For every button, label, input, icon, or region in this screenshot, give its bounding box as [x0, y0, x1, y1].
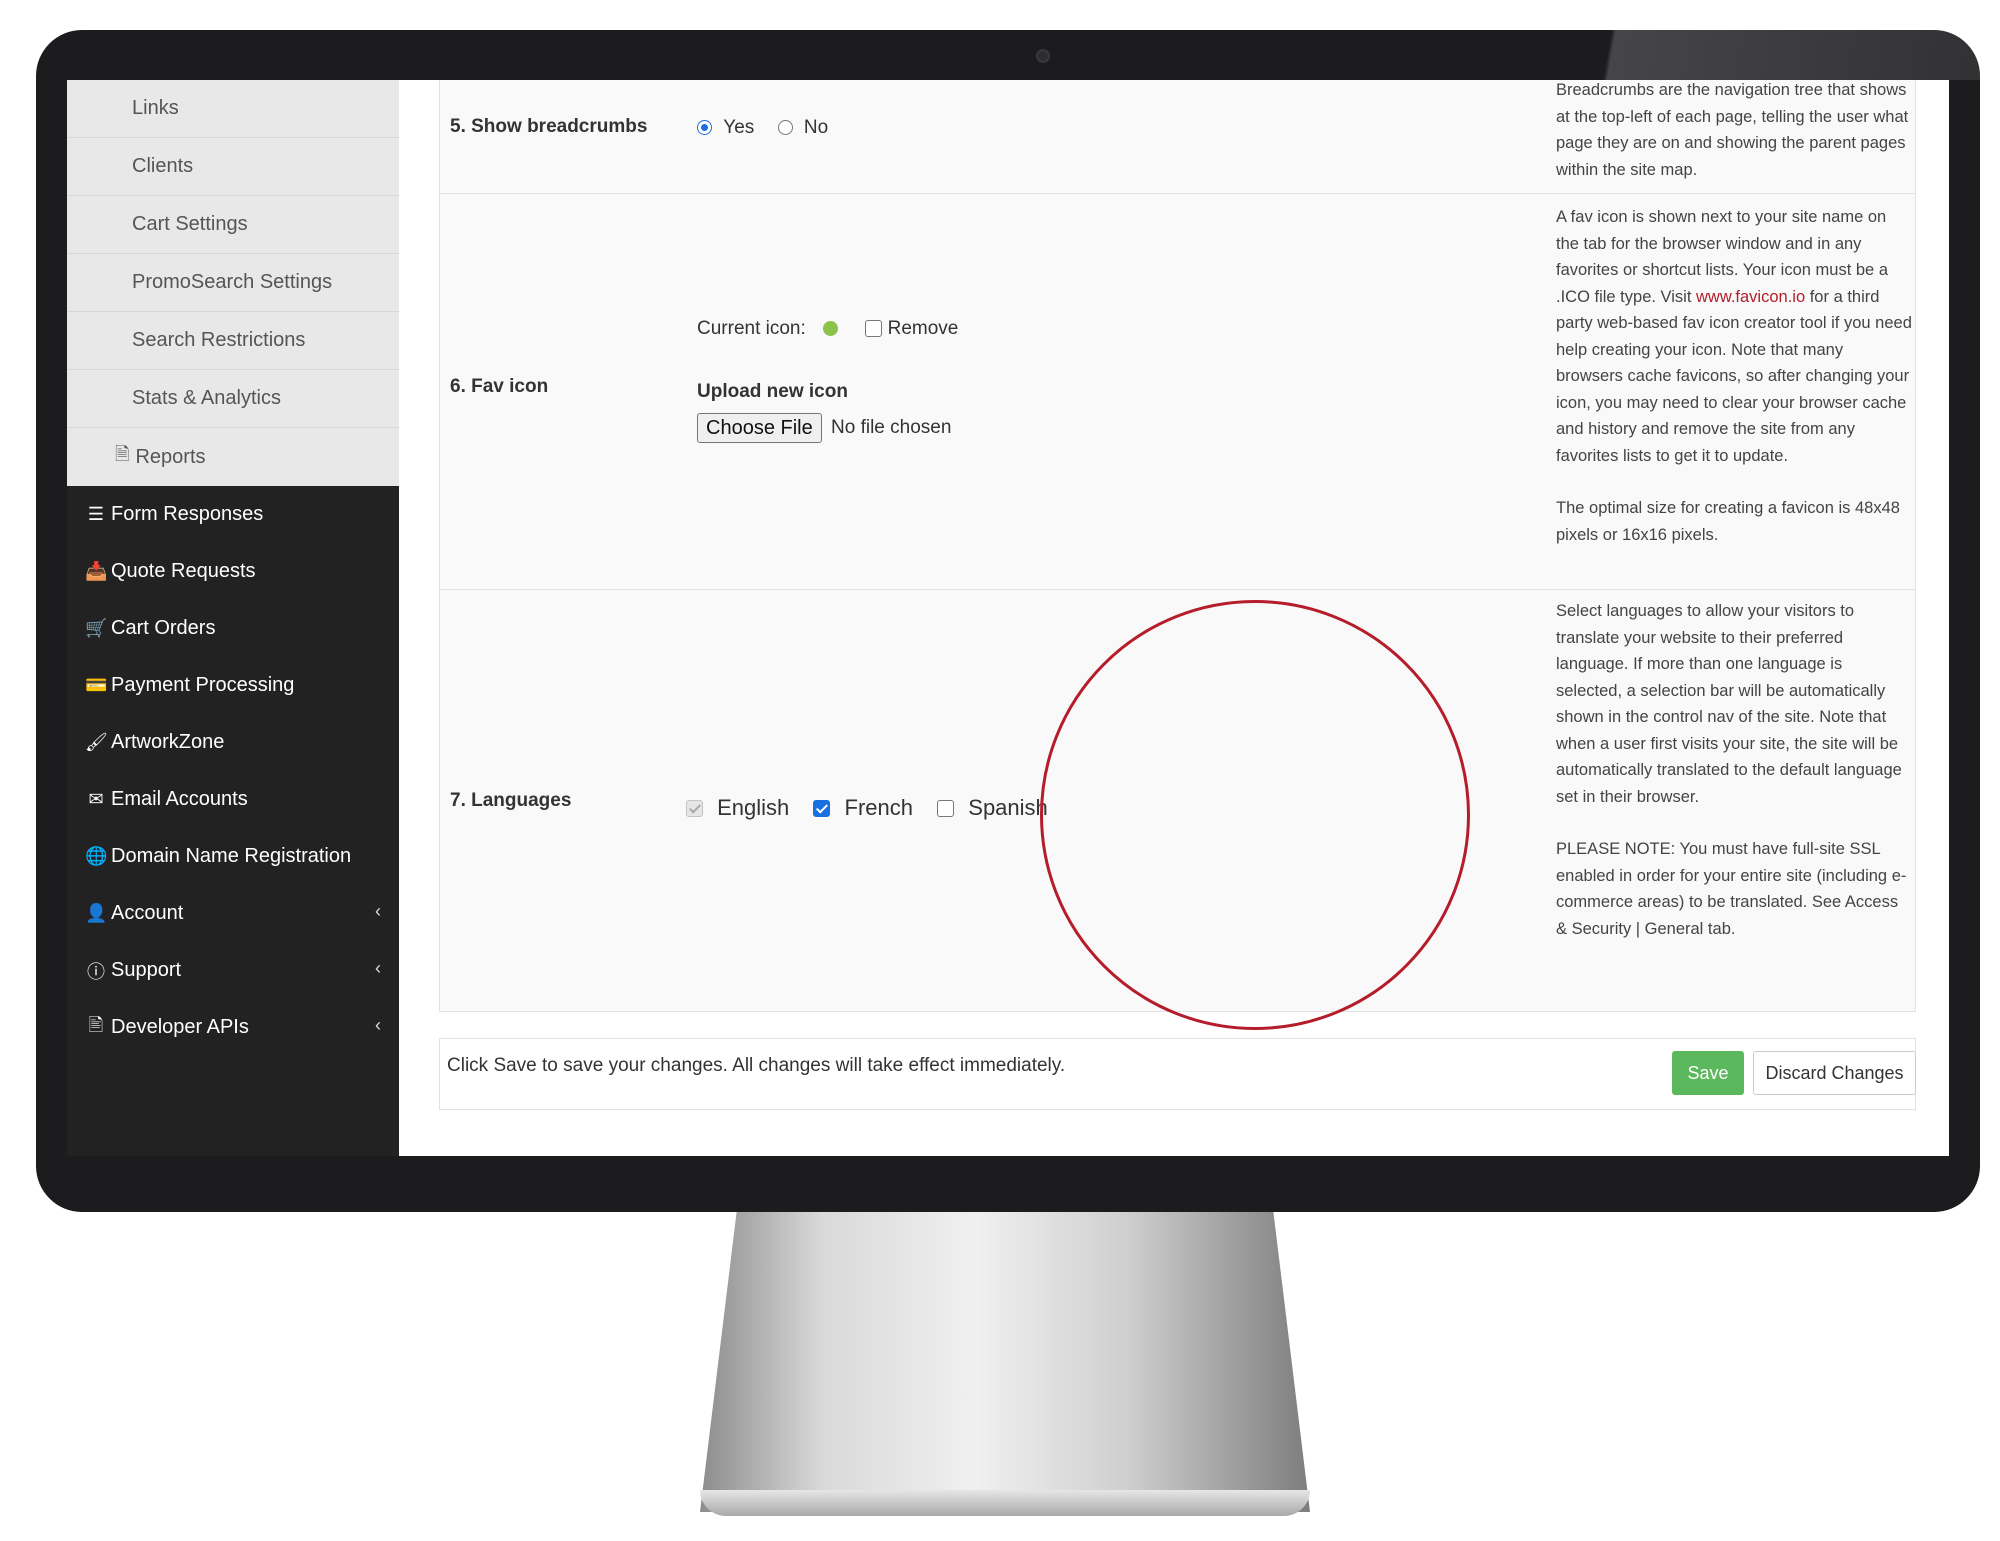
breadcrumbs-label: 5. Show breadcrumbs: [450, 116, 648, 137]
sidebar-item-promosearch-settings[interactable]: PromoSearch Settings: [67, 254, 399, 312]
sidebar-item-developer-apis[interactable]: 🖹 Developer APIs ‹: [67, 999, 399, 1056]
sidebar-item-payment-processing[interactable]: 💳 Payment Processing: [67, 657, 399, 714]
sidebar-item-label: Form Responses: [111, 503, 264, 525]
sidebar-item-label: Cart Orders: [111, 617, 216, 639]
sidebar-item-reports[interactable]: 🗎 Reports: [67, 428, 399, 486]
language-french-checkbox[interactable]: [813, 799, 831, 817]
globe-icon: 🌐: [85, 846, 108, 866]
no-file-chosen-text: No file chosen: [831, 417, 952, 438]
languages-description: Select languages to allow your visitors …: [1556, 598, 1912, 942]
monitor-bezel: Links Clients Cart Settings PromoSearch …: [36, 30, 1980, 1212]
favicon-setting-row: 6. Fav icon Current icon: Remove Upload …: [439, 193, 1916, 590]
highlight-circle: [1040, 600, 1470, 1030]
cart-icon: 🛒: [85, 618, 108, 638]
brush-icon: 🖌: [85, 732, 108, 752]
languages-label: 7. Languages: [450, 790, 572, 811]
inbox-icon: 📥: [85, 561, 108, 581]
sidebar-item-domain-name-registration[interactable]: 🌐 Domain Name Registration: [67, 828, 399, 885]
breadcrumbs-yes-radio[interactable]: [697, 120, 712, 136]
save-bar: Click Save to save your changes. All cha…: [439, 1038, 1916, 1110]
language-english-label: English: [717, 795, 790, 821]
favicon-io-link[interactable]: www.favicon.io: [1696, 288, 1805, 306]
sidebar-item-cart-orders[interactable]: 🛒 Cart Orders: [67, 600, 399, 657]
sidebar-item-quote-requests[interactable]: 📥 Quote Requests: [67, 543, 399, 600]
discard-changes-button[interactable]: Discard Changes: [1753, 1051, 1916, 1095]
favicon-size-note: The optimal size for creating a favicon …: [1556, 499, 1900, 544]
sidebar-item-artworkzone[interactable]: 🖌 ArtworkZone: [67, 714, 399, 771]
sidebar-item-label: Quote Requests: [111, 560, 256, 582]
code-file-icon: 🖹: [88, 1014, 104, 1035]
credit-card-icon: 💳: [85, 675, 108, 695]
sidebar-item-label: Support: [111, 959, 182, 981]
settings-content: 5. Show breadcrumbs Yes No Breadcrumbs a…: [399, 80, 1949, 1156]
breadcrumbs-no-radio[interactable]: [777, 120, 793, 136]
sidebar-item-account[interactable]: 👤 Account ‹: [67, 885, 399, 942]
save-message: Click Save to save your changes. All cha…: [447, 1055, 1066, 1076]
file-upload-group: Choose File No file chosen: [697, 413, 951, 443]
language-english-checkbox: [686, 799, 703, 817]
current-icon-label: Current icon:: [697, 318, 806, 339]
chevron-left-icon: ‹: [375, 958, 381, 978]
sidebar-item-label: Domain Name Registration: [111, 845, 352, 867]
upload-icon-label: Upload new icon: [697, 381, 848, 402]
sidebar-item-clients[interactable]: Clients: [67, 138, 399, 196]
sidebar-item-label: PromoSearch Settings: [132, 271, 333, 293]
chevron-left-icon: ‹: [375, 1015, 381, 1035]
language-spanish-checkbox[interactable]: [937, 799, 955, 817]
sidebar-item-search-restrictions[interactable]: Search Restrictions: [67, 312, 399, 370]
info-icon: ⓘ: [87, 961, 105, 982]
favicon-label: 6. Fav icon: [450, 376, 549, 397]
screen-glare: [1570, 30, 1980, 80]
list-icon: ☰: [87, 504, 105, 524]
sidebar-item-label: Payment Processing: [111, 674, 295, 696]
language-french-label: French: [844, 795, 914, 821]
breadcrumbs-radio-group: Yes No: [697, 117, 828, 139]
remove-icon-label: Remove: [887, 318, 959, 339]
sidebar-item-form-responses[interactable]: ☰ Form Responses: [67, 486, 399, 543]
envelope-icon: ✉: [88, 789, 104, 809]
screen: Links Clients Cart Settings PromoSearch …: [67, 80, 1949, 1156]
sidebar-item-label: Reports: [135, 445, 206, 468]
sidebar-item-label: Email Accounts: [111, 788, 248, 810]
sidebar: Links Clients Cart Settings PromoSearch …: [67, 80, 399, 1156]
monitor-stand-base: [700, 1490, 1310, 1516]
sidebar-item-label: Cart Settings: [132, 213, 248, 235]
sidebar-submenu: Links Clients Cart Settings PromoSearch …: [67, 80, 399, 486]
camera-icon: [1036, 49, 1050, 63]
document-icon: 🗎: [115, 444, 130, 464]
sidebar-item-label: Developer APIs: [111, 1016, 249, 1038]
save-button[interactable]: Save: [1672, 1051, 1744, 1095]
sidebar-item-label: ArtworkZone: [111, 731, 225, 753]
languages-desc-text: Select languages to allow your visitors …: [1556, 602, 1902, 806]
breadcrumbs-yes-label: Yes: [723, 117, 755, 138]
languages-ssl-note: PLEASE NOTE: You must have full-site SSL…: [1556, 840, 1907, 938]
breadcrumbs-setting-row: 5. Show breadcrumbs Yes No Breadcrumbs a…: [439, 80, 1916, 194]
user-icon: 👤: [85, 903, 108, 923]
remove-icon-checkbox[interactable]: [865, 320, 883, 338]
sidebar-item-stats-analytics[interactable]: Stats & Analytics: [67, 370, 399, 428]
sidebar-item-label: Search Restrictions: [132, 329, 306, 351]
current-favicon-icon: [823, 321, 839, 337]
language-spanish-label: Spanish: [968, 795, 1048, 821]
sidebar-item-cart-settings[interactable]: Cart Settings: [67, 196, 399, 254]
breadcrumbs-no-label: No: [803, 117, 829, 138]
monitor-stand-neck: [700, 1212, 1310, 1512]
sidebar-item-label: Account: [111, 902, 184, 924]
current-icon-group: Current icon: Remove: [697, 318, 958, 340]
favicon-description: A fav icon is shown next to your site na…: [1556, 204, 1912, 548]
sidebar-item-support[interactable]: ⓘ Support ‹: [67, 942, 399, 999]
breadcrumbs-description: Breadcrumbs are the navigation tree that…: [1556, 81, 1909, 179]
languages-checkbox-group: English French Spanish: [686, 794, 1048, 821]
sidebar-item-label: Links: [132, 97, 179, 119]
sidebar-item-label: Stats & Analytics: [132, 387, 281, 409]
favicon-desc-text-2: for a third party web-based fav icon cre…: [1556, 287, 1912, 465]
choose-file-button[interactable]: Choose File: [697, 413, 822, 443]
sidebar-item-label: Clients: [132, 155, 194, 177]
sidebar-item-links[interactable]: Links: [67, 80, 399, 138]
chevron-left-icon: ‹: [375, 901, 381, 921]
sidebar-item-email-accounts[interactable]: ✉ Email Accounts: [67, 771, 399, 828]
